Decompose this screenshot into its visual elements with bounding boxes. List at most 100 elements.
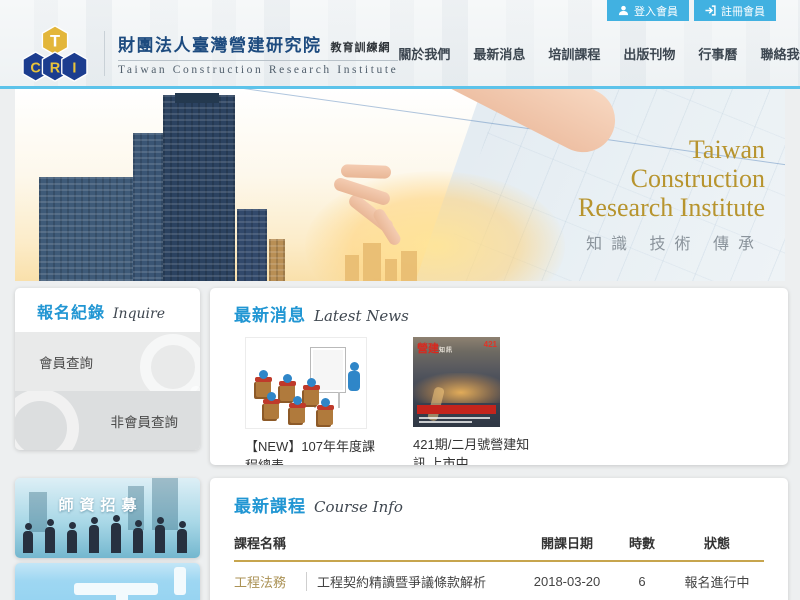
title-divider bbox=[118, 60, 398, 61]
audience-figure bbox=[321, 398, 330, 407]
nav-calendar[interactable]: 行事曆 bbox=[698, 44, 737, 63]
latest-news-card: 最新消息 Latest News bbox=[210, 288, 788, 465]
nonmember-inquiry-label: 非會員查詢 bbox=[111, 411, 201, 431]
register-arrow-icon bbox=[705, 5, 716, 16]
news-title-en: Latest News bbox=[314, 307, 409, 325]
nav-contact[interactable]: 聯絡我們 bbox=[760, 44, 800, 63]
course-category: 工程法務 bbox=[234, 572, 298, 591]
audience-figure bbox=[267, 392, 276, 401]
audience-figure bbox=[259, 370, 268, 379]
course-table-header: 課程名稱 開課日期 時數 狀態 bbox=[234, 524, 764, 562]
news-item-course-schedule[interactable]: 【NEW】107年年度課程總表 bbox=[245, 337, 377, 465]
building-graphic bbox=[269, 239, 285, 281]
person-silhouette bbox=[177, 529, 187, 553]
header: T C R I 財團法人臺灣營建研究院 教育訓練網 Taiwan Constru… bbox=[0, 21, 800, 86]
topbar: 登入會員 註冊會員 bbox=[607, 0, 776, 21]
person-silhouette bbox=[45, 527, 55, 553]
teacher-recruit-label: 師資招募 bbox=[15, 494, 186, 515]
audience-figure bbox=[307, 378, 316, 387]
logo-letter-r: R bbox=[50, 60, 61, 76]
skyline-silhouette bbox=[363, 243, 381, 281]
building-graphic bbox=[39, 177, 133, 281]
logo-letter-t: T bbox=[50, 32, 60, 50]
inquire-card: 報名紀錄 Inquire 會員查詢 非會員查詢 bbox=[15, 288, 200, 450]
site-title-block: 財團法人臺灣營建研究院 教育訓練網 Taiwan Construction Re… bbox=[104, 31, 398, 76]
course-date: 2018-03-20 bbox=[520, 574, 614, 589]
chair-graphic bbox=[290, 406, 305, 423]
hero-tagline: 知識 技術 傳承 bbox=[586, 230, 763, 254]
nav-courses[interactable]: 培訓課程 bbox=[548, 44, 600, 63]
main-nav: 關於我們 最新消息 培訓課程 出版刊物 行事曆 聯絡我們 課程查詢 bbox=[398, 37, 800, 70]
person-silhouette bbox=[111, 523, 121, 553]
register-label: 註冊會員 bbox=[721, 3, 765, 19]
cover-banner-graphic bbox=[417, 405, 496, 414]
skyscraper-roof-graphic bbox=[175, 93, 219, 103]
col-start-date: 開課日期 bbox=[520, 533, 614, 552]
magazine-cover-thumbnail: 營建知訊 421 bbox=[413, 337, 500, 427]
person-silhouette bbox=[89, 525, 99, 553]
finger-graphic bbox=[341, 164, 391, 179]
chair-graphic bbox=[304, 388, 319, 405]
flipchart-leg bbox=[338, 392, 340, 408]
site-title-en: Taiwan Construction Research Institute bbox=[118, 64, 398, 76]
person-silhouette bbox=[67, 530, 77, 553]
night-lights-graphic bbox=[413, 373, 500, 403]
nav-news[interactable]: 最新消息 bbox=[473, 44, 525, 63]
logo-letter-i: I bbox=[72, 60, 76, 76]
person-silhouette bbox=[155, 525, 165, 553]
chair-graphic bbox=[318, 408, 333, 425]
register-button[interactable]: 註冊會員 bbox=[694, 0, 776, 21]
member-inquiry-button[interactable]: 會員查詢 bbox=[15, 332, 200, 391]
course-table: 課程名稱 開課日期 時數 狀態 工程法務 工程契約精讀暨爭議條款解析 2018-… bbox=[234, 524, 764, 600]
site-title: 財團法人臺灣營建研究院 bbox=[118, 31, 322, 56]
magnifier-icon bbox=[15, 391, 79, 450]
maze-banner[interactable] bbox=[15, 563, 200, 600]
col-hours: 時數 bbox=[614, 533, 670, 552]
page: 登入會員 註冊會員 T C R I 財團法人臺灣營建研究院 教育訓練網 bbox=[0, 0, 800, 600]
nav-publications[interactable]: 出版刊物 bbox=[623, 44, 675, 63]
header-underline bbox=[0, 86, 800, 89]
news-caption: 421期/二月號營建知訊 上市中 bbox=[413, 435, 535, 465]
building-graphic bbox=[133, 133, 165, 281]
skyline-silhouette bbox=[345, 255, 359, 281]
classroom-thumbnail bbox=[245, 337, 367, 429]
news-item-magazine[interactable]: 營建知訊 421 421期/二月號營建知訊 上市中 bbox=[413, 337, 535, 465]
col-status: 狀態 bbox=[670, 533, 764, 552]
member-inquiry-label: 會員查詢 bbox=[15, 352, 93, 372]
hero-title: Taiwan Construction Research Institute bbox=[578, 135, 765, 222]
hero-title-line3: Research Institute bbox=[578, 193, 765, 222]
inquire-title-en: Inquire bbox=[113, 306, 165, 322]
chair-graphic bbox=[264, 402, 279, 419]
nonmember-inquiry-button[interactable]: 非會員查詢 bbox=[15, 391, 200, 450]
course-name: 工程契約精讀暨爭議條款解析 bbox=[306, 572, 486, 591]
course-info-card: 最新課程 Course Info 課程名稱 開課日期 時數 狀態 工程法務 工程… bbox=[210, 478, 788, 600]
audience-figure bbox=[283, 374, 292, 383]
news-title: 最新消息 bbox=[234, 301, 306, 326]
course-hours: 6 bbox=[614, 574, 670, 589]
col-course-name: 課程名稱 bbox=[234, 533, 520, 552]
courses-title-en: Course Info bbox=[314, 498, 403, 516]
presenter-figure bbox=[350, 362, 359, 371]
skyscraper-graphic bbox=[163, 95, 235, 281]
courses-title: 最新課程 bbox=[234, 492, 306, 517]
hero-banner: Taiwan Construction Research Institute 知… bbox=[15, 89, 785, 281]
audience-figure bbox=[293, 396, 302, 405]
presenter-figure bbox=[348, 371, 360, 391]
hero-title-line2: Construction bbox=[578, 164, 765, 193]
tcri-logo[interactable]: T C R I bbox=[17, 24, 93, 84]
person-silhouette bbox=[133, 528, 143, 553]
inquire-title: 報名紀錄 bbox=[37, 299, 105, 323]
skyline-silhouette bbox=[401, 251, 417, 281]
news-caption: 【NEW】107年年度課程總表 bbox=[245, 437, 377, 465]
person-icon bbox=[618, 5, 629, 16]
course-row[interactable]: 工程法務 工程契約精讀暨爭議條款解析 2018-03-20 6 報名進行中 bbox=[234, 562, 764, 600]
magazine-issue-number: 421 bbox=[484, 340, 497, 349]
magnifier-icon bbox=[140, 334, 200, 391]
site-subtitle-zh: 教育訓練網 bbox=[331, 39, 391, 55]
teacher-recruit-banner[interactable]: 師資招募 bbox=[15, 478, 200, 558]
cover-text-line bbox=[419, 421, 472, 423]
hero-title-line1: Taiwan bbox=[578, 135, 765, 164]
nav-about[interactable]: 關於我們 bbox=[398, 44, 450, 63]
login-button[interactable]: 登入會員 bbox=[607, 0, 689, 21]
cover-text-line bbox=[419, 417, 490, 419]
